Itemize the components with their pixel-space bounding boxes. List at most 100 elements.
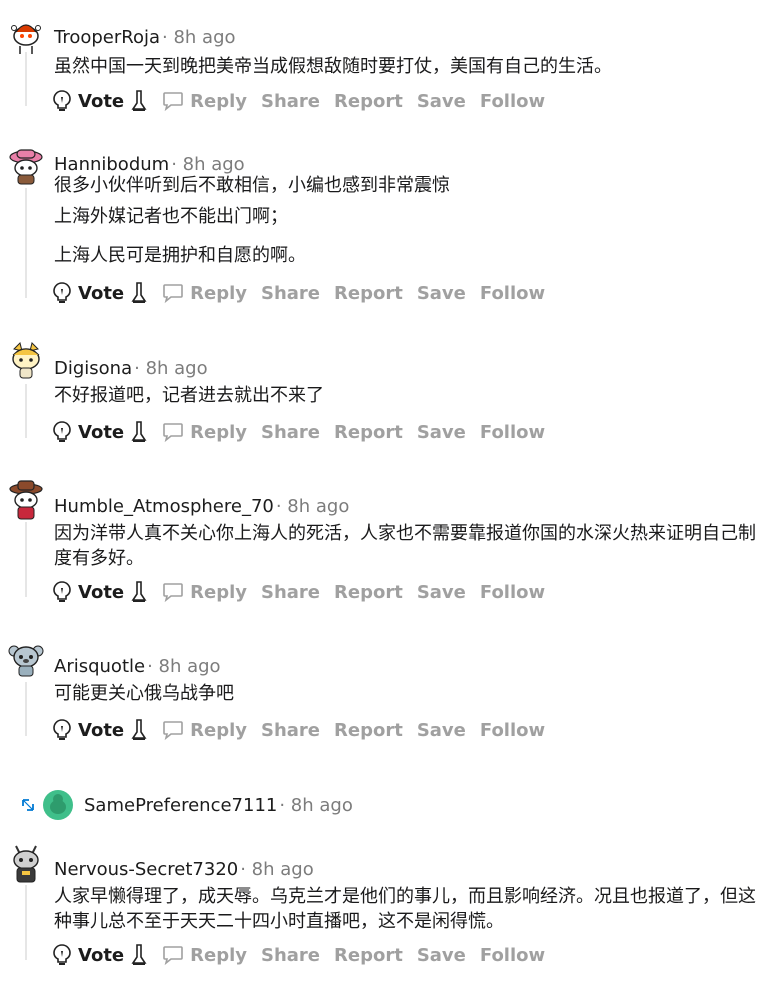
follow-button[interactable]: Follow	[480, 91, 545, 112]
timestamp: · 8h ago	[275, 495, 350, 517]
reply-icon[interactable]	[162, 719, 184, 741]
upvote-icon[interactable]	[52, 580, 72, 604]
comment-text: 上海人民可是拥护和自愿的啊。	[54, 245, 306, 266]
username[interactable]: Nervous-Secret7320	[54, 859, 238, 880]
thread-line[interactable]	[25, 384, 27, 438]
downvote-icon[interactable]	[130, 420, 148, 444]
upvote-icon[interactable]	[52, 89, 72, 113]
save-button[interactable]: Save	[417, 582, 466, 603]
follow-button[interactable]: Follow	[480, 582, 545, 603]
reply-button[interactable]: Reply	[190, 720, 247, 741]
timestamp: · 8h ago	[147, 655, 221, 677]
thread-line[interactable]	[25, 188, 27, 298]
timestamp: · 8h ago	[134, 357, 208, 379]
username[interactable]: Hannibodum	[54, 154, 169, 175]
save-button[interactable]: Save	[417, 422, 466, 443]
save-button[interactable]: Save	[417, 720, 466, 741]
report-button[interactable]: Report	[334, 283, 403, 304]
share-button[interactable]: Share	[261, 945, 320, 966]
report-button[interactable]: Report	[334, 945, 403, 966]
timestamp: · 8h ago	[279, 794, 353, 816]
share-button[interactable]: Share	[261, 720, 320, 741]
comment-text: 虽然中国一天到晚把美帝当成假想敌随时要打仗，美国有自己的生活。	[54, 56, 612, 77]
comment-text: 上海外媒记者也不能出门啊；	[54, 206, 288, 227]
timestamp: · 8h ago	[240, 858, 314, 880]
follow-button[interactable]: Follow	[480, 945, 545, 966]
save-button[interactable]: Save	[417, 283, 466, 304]
avatar[interactable]	[8, 842, 44, 883]
follow-button[interactable]: Follow	[480, 720, 545, 741]
username[interactable]: Digisona	[54, 358, 132, 379]
reply-icon[interactable]	[162, 90, 184, 112]
comment-actions: Vote Reply Share Report Save Follow	[52, 577, 559, 607]
downvote-icon[interactable]	[130, 89, 148, 113]
reply-button[interactable]: Reply	[190, 582, 247, 603]
comment-body: 很多小伙伴听到后不敢相信，小编也感到非常震惊 上海外媒记者也不能出门啊； 上海人…	[54, 173, 770, 268]
comment-header: Nervous-Secret7320 · 8h ago	[54, 854, 314, 884]
downvote-icon[interactable]	[130, 281, 148, 305]
thread-line[interactable]	[25, 885, 27, 960]
thread-line[interactable]	[25, 682, 27, 736]
follow-button[interactable]: Follow	[480, 283, 545, 304]
vote-button[interactable]: Vote	[78, 945, 124, 966]
reply-icon[interactable]	[162, 581, 184, 603]
vote-button[interactable]: Vote	[78, 582, 124, 603]
report-button[interactable]: Report	[334, 720, 403, 741]
vote-button[interactable]: Vote	[78, 91, 124, 112]
collapsed-comment[interactable]: SamePreference7111 · 8h ago	[0, 785, 784, 825]
reply-icon[interactable]	[162, 944, 184, 966]
username[interactable]: Humble_Atmosphere_70	[54, 496, 274, 517]
username[interactable]: TrooperRoja	[54, 27, 160, 48]
reply-button[interactable]: Reply	[190, 422, 247, 443]
report-button[interactable]: Report	[334, 91, 403, 112]
comment-text: 因为洋带人真不关心你上海人的死活，人家也不需要靠报道你国的水深火热来证明自己制度…	[54, 523, 756, 569]
share-button[interactable]: Share	[261, 283, 320, 304]
comment-actions: Vote Reply Share Report Save Follow	[52, 278, 559, 308]
downvote-icon[interactable]	[130, 580, 148, 604]
downvote-icon[interactable]	[130, 718, 148, 742]
avatar[interactable]	[8, 341, 44, 379]
reply-icon[interactable]	[162, 421, 184, 443]
comment-actions: Vote Reply Share Report Save Follow	[52, 940, 559, 970]
reply-button[interactable]: Reply	[190, 91, 247, 112]
avatar[interactable]	[8, 147, 44, 185]
vote-button[interactable]: Vote	[78, 720, 124, 741]
upvote-icon[interactable]	[52, 718, 72, 742]
avatar[interactable]	[8, 16, 44, 54]
vote-button[interactable]: Vote	[78, 422, 124, 443]
follow-button[interactable]: Follow	[480, 422, 545, 443]
report-button[interactable]: Report	[334, 582, 403, 603]
expand-icon[interactable]	[20, 797, 36, 817]
comment-actions: Vote Reply Share Report Save Follow	[52, 417, 559, 447]
report-button[interactable]: Report	[334, 422, 403, 443]
thread-line[interactable]	[25, 522, 27, 597]
comment-body: 不好报道吧，记者进去就出不来了	[54, 383, 770, 408]
share-button[interactable]: Share	[261, 422, 320, 443]
reply-button[interactable]: Reply	[190, 283, 247, 304]
upvote-icon[interactable]	[52, 281, 72, 305]
username[interactable]: Arisquotle	[54, 656, 145, 677]
avatar[interactable]	[8, 639, 44, 677]
comment-header: TrooperRoja · 8h ago	[54, 22, 236, 52]
share-button[interactable]: Share	[261, 582, 320, 603]
save-button[interactable]: Save	[417, 91, 466, 112]
comment-body: 因为洋带人真不关心你上海人的死活，人家也不需要靠报道你国的水深火热来证明自己制度…	[54, 521, 770, 571]
comment-body: 人家早懒得理了，成天辱。乌克兰才是他们的事儿，而且影响经济。况且也报道了，但这种…	[54, 884, 770, 934]
save-button[interactable]: Save	[417, 945, 466, 966]
vote-button[interactable]: Vote	[78, 283, 124, 304]
timestamp: · 8h ago	[171, 153, 245, 175]
avatar[interactable]	[42, 789, 74, 821]
share-button[interactable]: Share	[261, 91, 320, 112]
reply-button[interactable]: Reply	[190, 945, 247, 966]
comment-header: Digisona · 8h ago	[54, 353, 208, 383]
upvote-icon[interactable]	[52, 420, 72, 444]
comment-actions: Vote Reply Share Report Save Follow	[52, 86, 559, 116]
reply-icon[interactable]	[162, 282, 184, 304]
username[interactable]: SamePreference7111	[84, 795, 277, 816]
comment-body: 可能更关心俄乌战争吧	[54, 681, 770, 706]
avatar[interactable]	[8, 479, 44, 520]
upvote-icon[interactable]	[52, 943, 72, 967]
comment-text: 人家早懒得理了，成天辱。乌克兰才是他们的事儿，而且影响经济。况且也报道了，但这种…	[54, 886, 756, 932]
thread-line[interactable]	[25, 52, 27, 106]
downvote-icon[interactable]	[130, 943, 148, 967]
